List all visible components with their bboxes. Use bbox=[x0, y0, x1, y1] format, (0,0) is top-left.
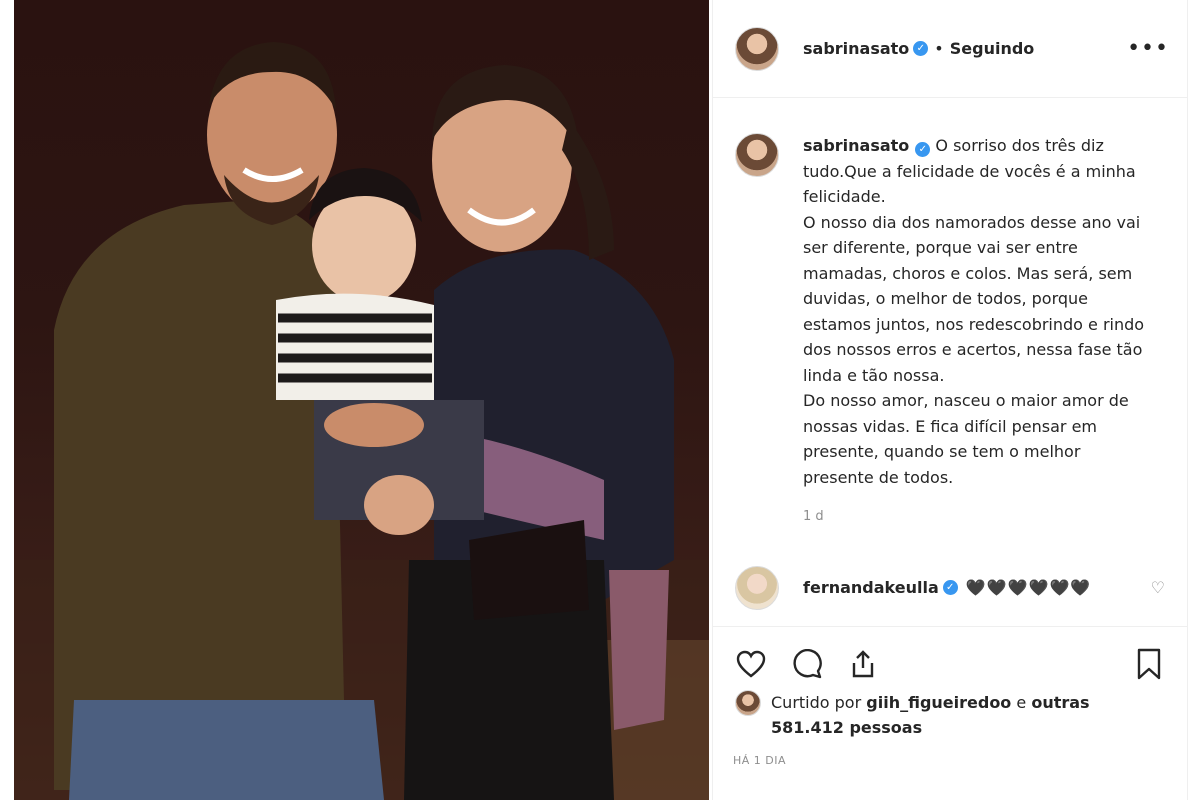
verified-badge-icon: ✓ bbox=[913, 41, 929, 56]
comment-author-avatar[interactable] bbox=[735, 565, 779, 610]
post-timestamp[interactable]: HÁ 1 DIA bbox=[733, 754, 786, 767]
author-username[interactable]: sabrinasato bbox=[803, 39, 909, 58]
post-photo[interactable] bbox=[14, 0, 709, 800]
likes-prefix: Curtido por bbox=[771, 693, 862, 712]
liker-username[interactable]: giih_figueiredoo bbox=[866, 693, 1011, 712]
caption-text: O sorriso dos três diz tudo.Que a felici… bbox=[803, 136, 1145, 487]
share-icon[interactable] bbox=[845, 646, 881, 682]
follow-status-button[interactable]: Seguindo bbox=[950, 39, 1035, 58]
likes-summary: Curtido por giih_figueiredoo e outras 58… bbox=[735, 690, 1167, 740]
liker-avatar[interactable] bbox=[735, 690, 761, 716]
photo-illustration bbox=[14, 42, 709, 800]
comment-like-heart-icon[interactable]: ♡ bbox=[1151, 578, 1165, 597]
comments-section[interactable]: sabrinasato ✓ O sorriso dos três diz tudo… bbox=[713, 99, 1187, 625]
action-bar bbox=[713, 626, 1187, 700]
caption-author-avatar[interactable] bbox=[735, 133, 779, 177]
comment-icon[interactable] bbox=[789, 646, 825, 682]
verified-badge-icon: ✓ bbox=[915, 142, 931, 157]
likes-conj: e bbox=[1016, 693, 1027, 712]
comment-item: fernandakeulla ✓ 🖤🖤🖤🖤🖤🖤 ♡ bbox=[713, 530, 1187, 610]
verified-badge-icon: ✓ bbox=[942, 580, 958, 595]
separator-dot: • bbox=[934, 39, 944, 58]
post-header: sabrinasato ✓ • Seguindo ••• bbox=[713, 0, 1187, 98]
more-options-icon[interactable]: ••• bbox=[1127, 36, 1169, 61]
caption-author-username[interactable]: sabrinasato bbox=[803, 136, 909, 155]
post-panel: sabrinasato ✓ • Seguindo ••• sabrinasato… bbox=[712, 0, 1188, 800]
heart-icon[interactable] bbox=[733, 646, 769, 682]
caption: sabrinasato ✓ O sorriso dos três diz tudo… bbox=[713, 99, 1187, 530]
bookmark-icon[interactable] bbox=[1131, 646, 1167, 682]
caption-time[interactable]: 1 d bbox=[803, 504, 1153, 530]
comment-text: 🖤🖤🖤🖤🖤🖤 bbox=[965, 578, 1092, 597]
author-avatar[interactable] bbox=[735, 26, 779, 71]
comment-author-username[interactable]: fernandakeulla bbox=[803, 578, 939, 597]
